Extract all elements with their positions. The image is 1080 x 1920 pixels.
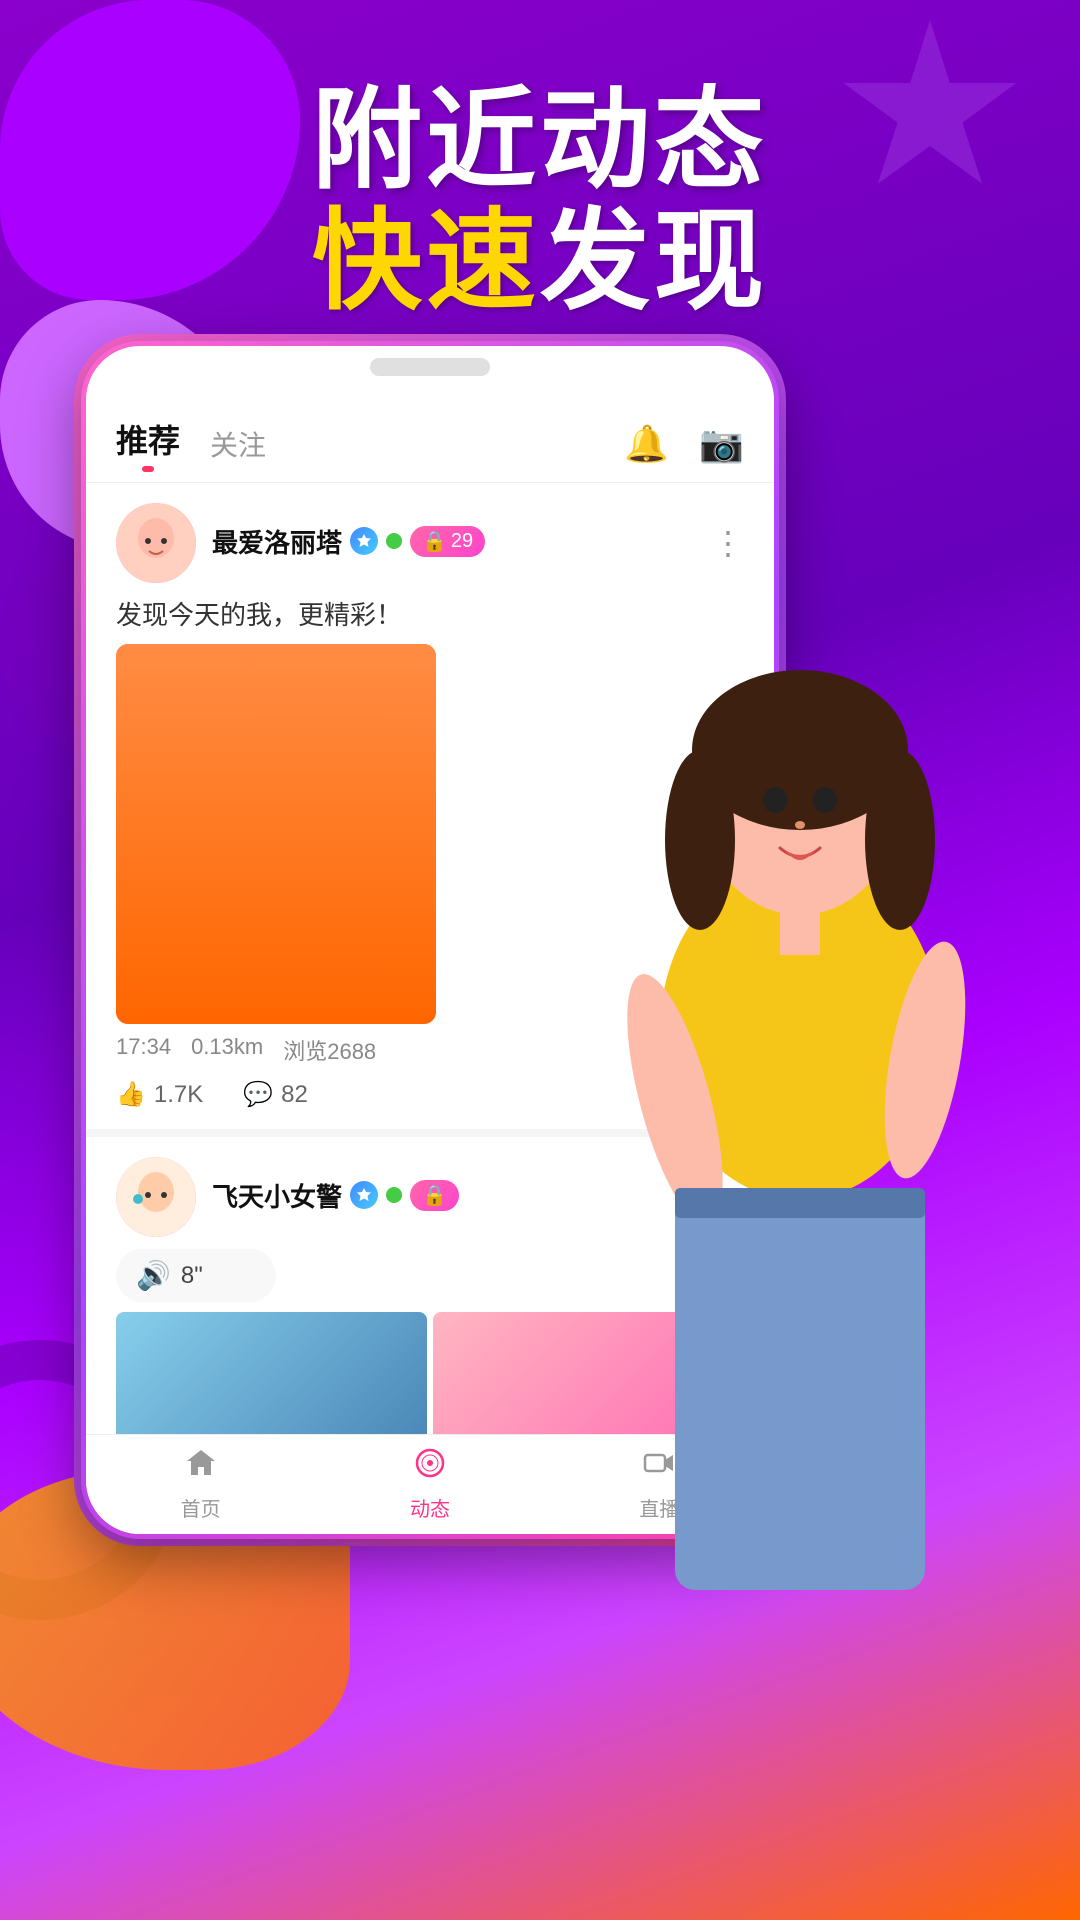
- nav-item-home[interactable]: 首页: [181, 1447, 221, 1522]
- voice-icon: 🔊: [136, 1259, 171, 1292]
- home-icon: [185, 1447, 217, 1487]
- username-1: 最爱洛丽塔: [212, 523, 342, 560]
- post-distance: 0.13km: [191, 1034, 263, 1066]
- follower-badge-1: 🔒 29: [410, 526, 485, 557]
- video-bg: [116, 644, 436, 1024]
- like-count-1: 1.7K: [154, 1081, 203, 1109]
- avatar-1[interactable]: [116, 503, 196, 583]
- nav-item-dynamic[interactable]: 动态: [410, 1447, 450, 1522]
- header-section: 附近动态 快速发现: [0, 80, 1080, 322]
- app-header: 推荐 关注 🔔 📷: [86, 396, 774, 483]
- comment-count-1: 82: [281, 1081, 308, 1109]
- like-icon: 👍: [116, 1080, 146, 1109]
- verified-badge-1: [350, 527, 378, 555]
- follower-badge-2: 🔒: [410, 1180, 459, 1211]
- compass-icon: [414, 1447, 446, 1487]
- online-dot-2: [386, 1187, 402, 1203]
- username-2: 飞天小女警: [212, 1177, 342, 1214]
- comment-button-1[interactable]: 💬 82: [243, 1080, 308, 1109]
- verified-badge-2: [350, 1181, 378, 1209]
- online-dot-1: [386, 533, 402, 549]
- header-icons: 🔔 📷: [624, 423, 744, 465]
- bell-icon[interactable]: 🔔: [624, 423, 669, 465]
- post-time: 17:34: [116, 1034, 171, 1066]
- avatar-2[interactable]: [116, 1157, 196, 1237]
- nav-label-dynamic: 动态: [410, 1493, 450, 1522]
- header-line2: 快速发现: [0, 201, 1080, 322]
- header-line2-highlight: 快速: [312, 200, 540, 323]
- header-line2-rest: 发现: [540, 200, 768, 323]
- girl-svg: [480, 480, 1080, 1630]
- header-line1: 附近动态: [0, 80, 1080, 201]
- camera-icon[interactable]: 📷: [699, 423, 744, 465]
- voice-duration: 8": [181, 1262, 203, 1290]
- girl-figure-overlay: [480, 480, 1080, 1630]
- follower-count-1: 29: [451, 530, 473, 553]
- comment-icon: 💬: [243, 1080, 273, 1109]
- nav-label-home: 首页: [181, 1493, 221, 1522]
- phone-notch: [370, 358, 490, 376]
- tab-following[interactable]: 关注: [210, 424, 266, 464]
- post-video-thumbnail[interactable]: ▶: [116, 644, 436, 1024]
- post-views: 浏览2688: [283, 1034, 376, 1066]
- voice-message[interactable]: 🔊 8": [116, 1249, 276, 1302]
- tab-recommended[interactable]: 推荐: [116, 416, 180, 472]
- like-button-1[interactable]: 👍 1.7K: [116, 1080, 203, 1109]
